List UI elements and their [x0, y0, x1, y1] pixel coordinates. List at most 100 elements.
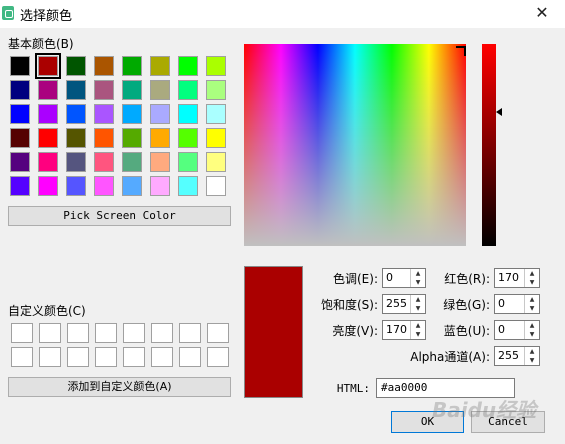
basic-color-swatch[interactable]	[66, 104, 86, 124]
basic-color-swatch[interactable]	[66, 56, 86, 76]
spin-arrows-icon[interactable]: ▲ ▼	[524, 347, 539, 365]
custom-color-slot[interactable]	[11, 347, 33, 367]
basic-color-swatch[interactable]	[10, 104, 30, 124]
blue-value: 0	[498, 323, 505, 336]
basic-color-swatch[interactable]	[122, 152, 142, 172]
basic-color-swatch[interactable]	[122, 176, 142, 196]
basic-color-swatch[interactable]	[38, 104, 58, 124]
basic-color-swatch[interactable]	[94, 104, 114, 124]
custom-color-slot[interactable]	[39, 323, 61, 343]
basic-color-swatch[interactable]	[150, 80, 170, 100]
red-label: 红色(R):	[444, 272, 490, 286]
basic-color-swatch[interactable]	[150, 176, 170, 196]
custom-color-slot[interactable]	[123, 323, 145, 343]
custom-color-slot[interactable]	[39, 347, 61, 367]
custom-colors-label: 自定义颜色(C)	[8, 304, 86, 318]
basic-color-swatch[interactable]	[38, 80, 58, 100]
add-custom-color-label: 添加到自定义颜色(A)	[67, 380, 172, 393]
basic-color-swatch[interactable]	[10, 152, 30, 172]
custom-color-slot[interactable]	[179, 323, 201, 343]
custom-color-slot[interactable]	[67, 323, 89, 343]
basic-color-swatch[interactable]	[206, 152, 226, 172]
luminance-slider[interactable]	[482, 44, 496, 246]
basic-color-swatch[interactable]	[94, 56, 114, 76]
basic-color-swatch[interactable]	[94, 152, 114, 172]
basic-colors-label: 基本颜色(B)	[8, 37, 74, 51]
basic-color-swatch[interactable]	[150, 128, 170, 148]
app-icon	[2, 6, 14, 20]
custom-color-slot[interactable]	[67, 347, 89, 367]
basic-color-swatch[interactable]	[178, 80, 198, 100]
basic-color-swatch[interactable]	[10, 56, 30, 76]
basic-color-swatch[interactable]	[178, 176, 198, 196]
basic-color-swatch[interactable]	[122, 80, 142, 100]
basic-color-swatch[interactable]	[38, 128, 58, 148]
basic-color-swatch[interactable]	[206, 128, 226, 148]
custom-color-slot[interactable]	[207, 323, 229, 343]
green-value: 0	[498, 297, 505, 310]
spin-arrows-icon[interactable]: ▲ ▼	[524, 269, 539, 287]
basic-color-swatch[interactable]	[206, 80, 226, 100]
custom-color-slot[interactable]	[95, 323, 117, 343]
custom-color-slot[interactable]	[11, 323, 33, 343]
add-custom-color-button[interactable]: 添加到自定义颜色(A)	[8, 377, 231, 397]
basic-color-swatch[interactable]	[35, 53, 61, 79]
basic-color-swatch[interactable]	[38, 176, 58, 196]
basic-color-swatch[interactable]	[66, 152, 86, 172]
watermark: Baidu经验	[432, 398, 537, 422]
red-spinbox[interactable]: 170 ▲ ▼	[494, 268, 540, 288]
spin-arrows-icon[interactable]: ▲ ▼	[524, 321, 539, 339]
custom-color-slot[interactable]	[95, 347, 117, 367]
red-value: 170	[498, 271, 519, 284]
basic-color-swatch[interactable]	[94, 176, 114, 196]
color-spectrum[interactable]	[244, 44, 466, 246]
saturation-label: 饱和度(S):	[320, 298, 378, 312]
basic-color-swatch[interactable]	[10, 128, 30, 148]
basic-color-swatch[interactable]	[150, 152, 170, 172]
pick-screen-color-button[interactable]: Pick Screen Color	[8, 206, 231, 226]
hue-value: 0	[386, 271, 393, 284]
alpha-spinbox[interactable]: 255 ▲ ▼	[494, 346, 540, 366]
custom-color-slot[interactable]	[179, 347, 201, 367]
close-icon[interactable]: ✕	[530, 2, 554, 24]
basic-color-swatch[interactable]	[122, 104, 142, 124]
basic-color-swatch[interactable]	[10, 80, 30, 100]
green-label: 绿色(G):	[443, 298, 490, 312]
spectrum-crosshair	[456, 46, 466, 56]
basic-color-swatch[interactable]	[66, 128, 86, 148]
html-value: #aa0000	[381, 381, 428, 394]
blue-label: 蓝色(U):	[443, 324, 490, 338]
basic-color-swatch[interactable]	[122, 128, 142, 148]
spin-arrows-icon[interactable]: ▲ ▼	[524, 295, 539, 313]
basic-color-swatch[interactable]	[10, 176, 30, 196]
basic-color-swatch[interactable]	[178, 56, 198, 76]
basic-color-swatch[interactable]	[150, 56, 170, 76]
basic-color-swatch[interactable]	[178, 152, 198, 172]
basic-color-swatch[interactable]	[66, 80, 86, 100]
basic-color-swatch[interactable]	[150, 104, 170, 124]
custom-color-slot[interactable]	[123, 347, 145, 367]
basic-color-swatch[interactable]	[206, 104, 226, 124]
basic-color-swatch[interactable]	[38, 152, 58, 172]
luminance-pointer-icon[interactable]	[496, 108, 502, 116]
custom-color-slot[interactable]	[207, 347, 229, 367]
html-label: HTML:	[336, 382, 370, 395]
basic-color-swatch[interactable]	[206, 56, 226, 76]
basic-color-swatch[interactable]	[178, 128, 198, 148]
custom-color-slot[interactable]	[151, 347, 173, 367]
alpha-value: 255	[498, 349, 519, 362]
pick-screen-color-label: Pick Screen Color	[63, 209, 176, 222]
green-spinbox[interactable]: 0 ▲ ▼	[494, 294, 540, 314]
custom-color-slot[interactable]	[151, 323, 173, 343]
basic-color-swatch[interactable]	[94, 128, 114, 148]
value-label: 亮度(V):	[332, 324, 378, 338]
basic-color-swatch[interactable]	[66, 176, 86, 196]
alpha-label: Alpha通道(A):	[410, 350, 490, 364]
basic-color-swatch[interactable]	[94, 80, 114, 100]
basic-color-swatch[interactable]	[206, 176, 226, 196]
title-bar: 选择颜色 ✕	[0, 0, 565, 28]
basic-color-swatch[interactable]	[122, 56, 142, 76]
basic-color-swatch[interactable]	[178, 104, 198, 124]
color-preview	[244, 266, 303, 398]
blue-spinbox[interactable]: 0 ▲ ▼	[494, 320, 540, 340]
